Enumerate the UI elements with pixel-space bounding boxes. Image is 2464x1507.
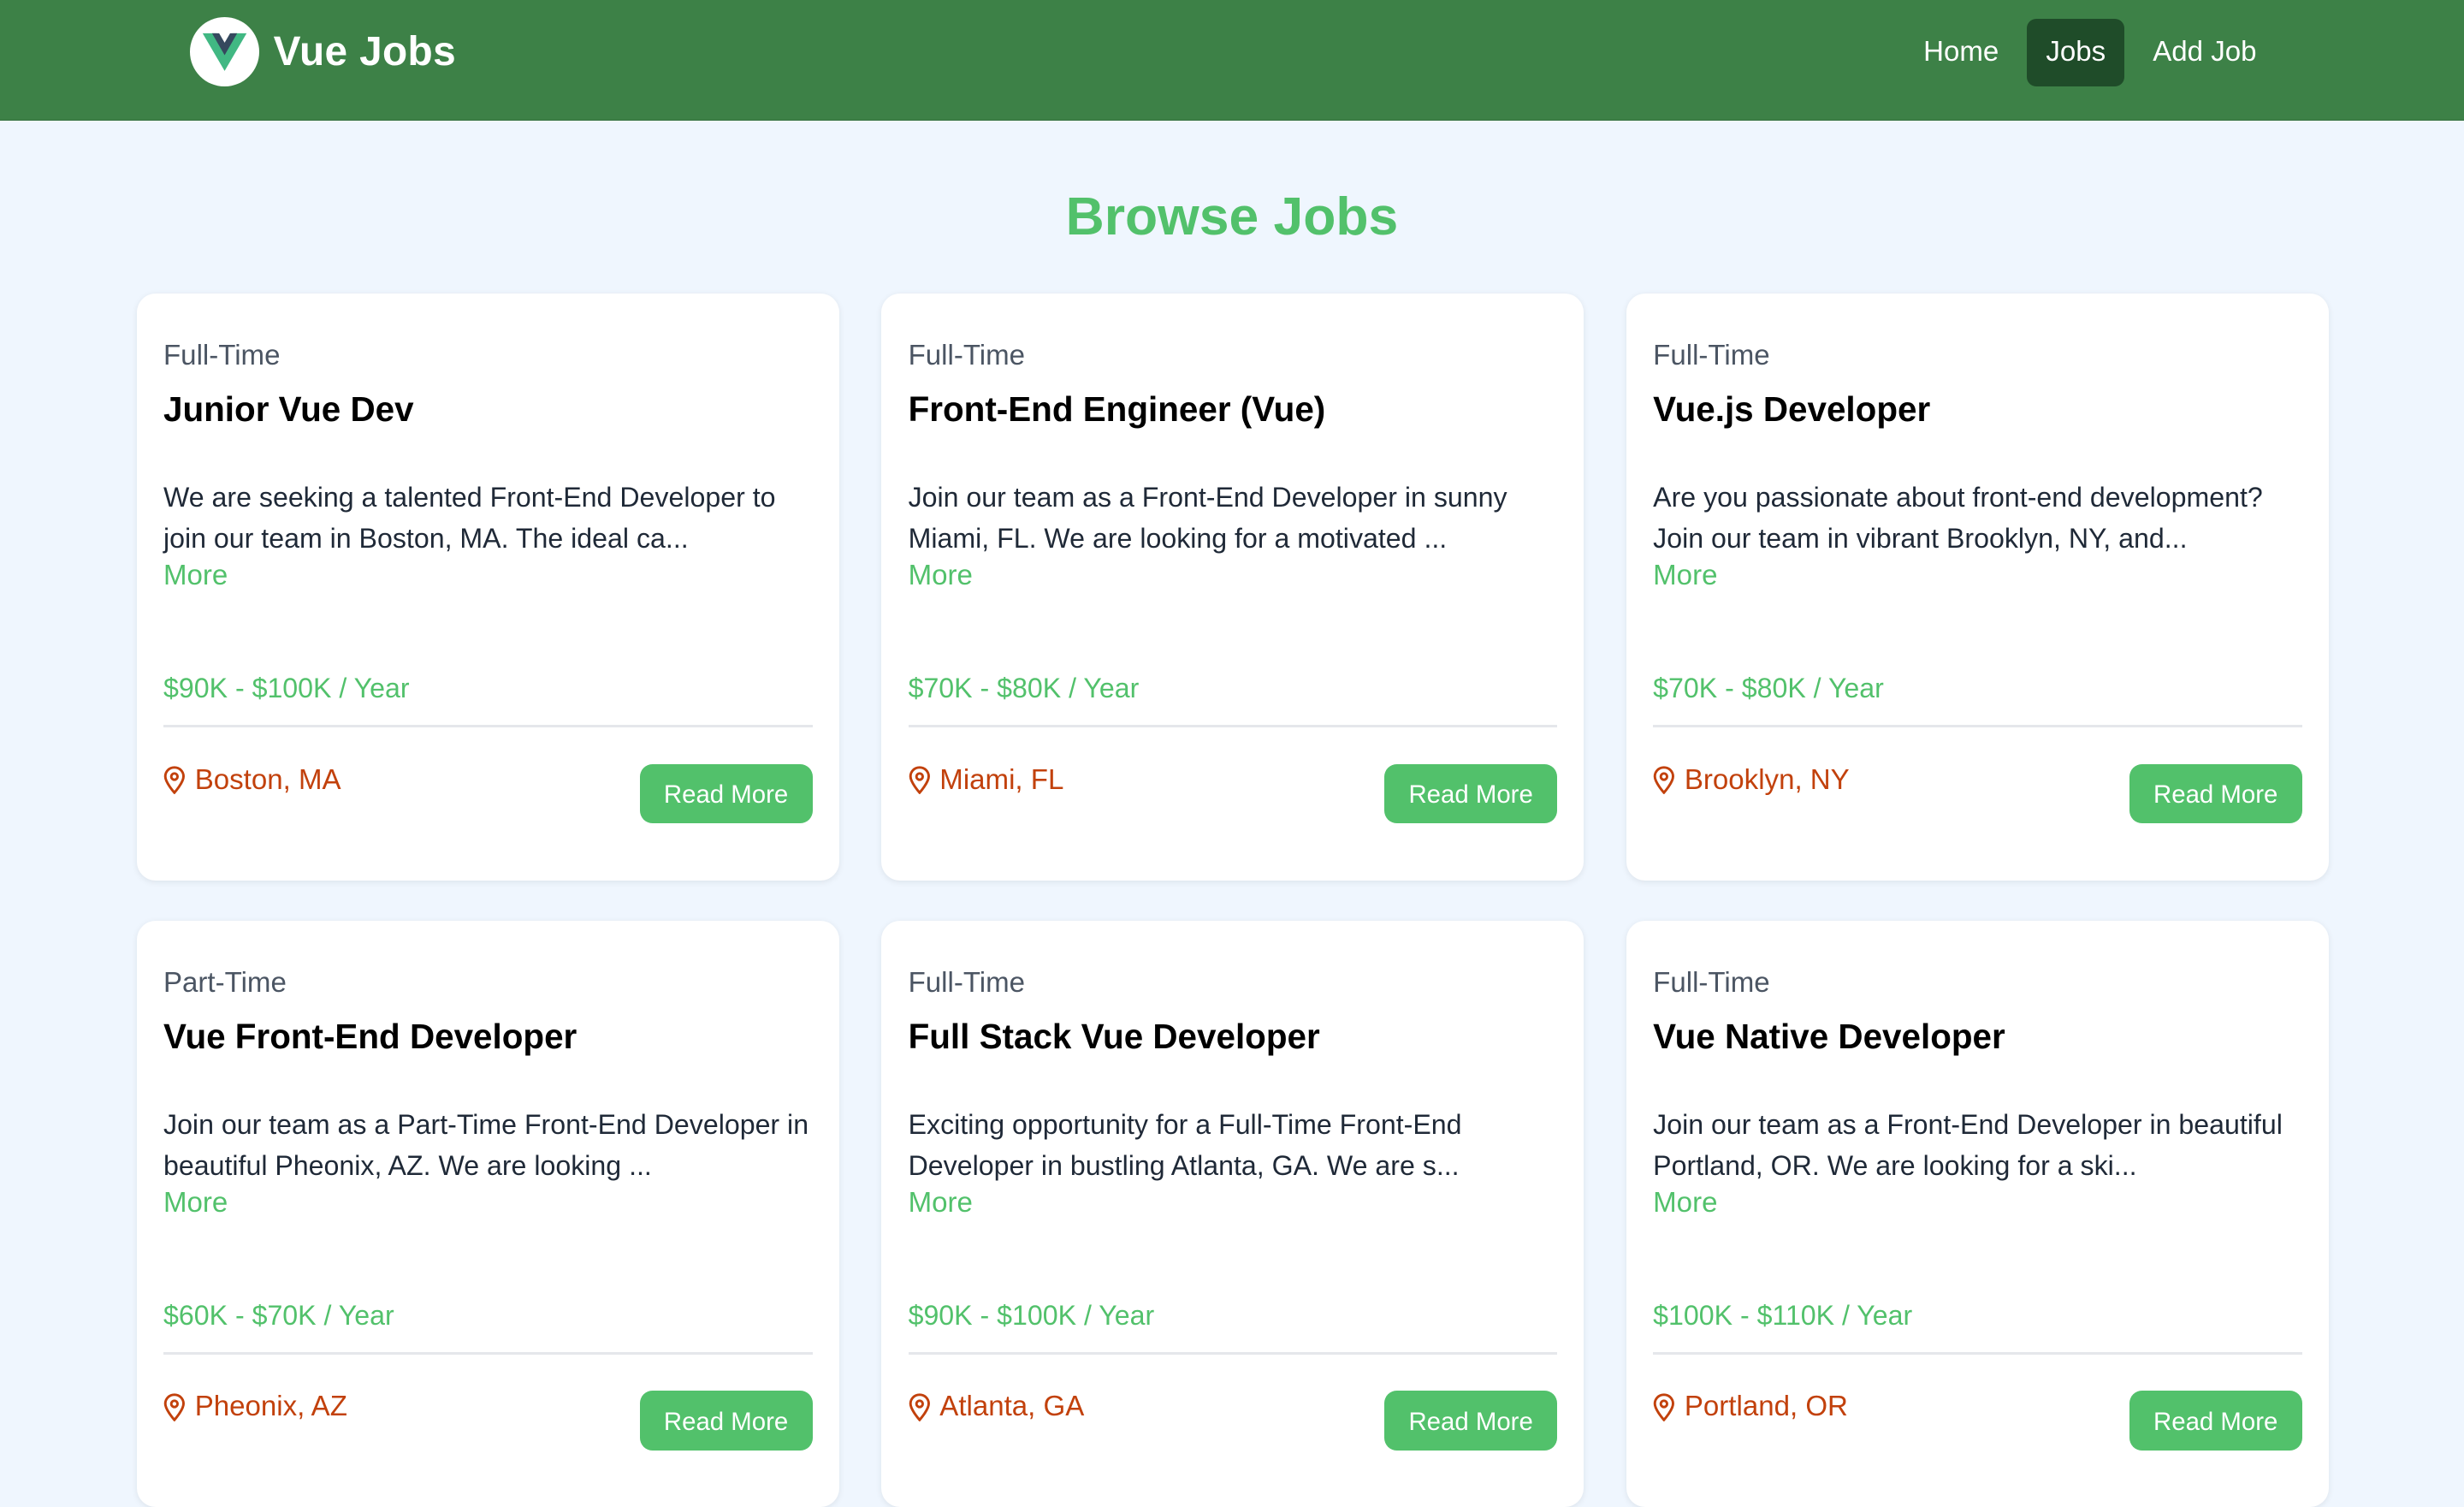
job-card: Full-Time Junior Vue Dev We are seeking …	[136, 294, 839, 881]
job-location: Brooklyn, NY	[1653, 764, 1850, 797]
job-title: Full Stack Vue Developer	[908, 1017, 1320, 1057]
job-location: Pheonix, AZ	[163, 1391, 347, 1423]
brand-link[interactable]: Vue Jobs	[190, 17, 457, 87]
read-more-button[interactable]: Read More	[1384, 1391, 1558, 1451]
card-divider	[908, 724, 1558, 727]
job-type: Part-Time	[163, 966, 287, 999]
read-more-button[interactable]: Read More	[1384, 763, 1558, 824]
job-card: Full-Time Vue Native Developer Join our …	[1626, 921, 2329, 1507]
nav-home[interactable]: Home	[1904, 19, 2017, 86]
job-type: Full-Time	[163, 339, 281, 371]
job-description: Join our team as a Part-Time Front-End D…	[163, 1109, 809, 1181]
job-description: Exciting opportunity for a Full-Time Fro…	[908, 1109, 1462, 1181]
card-divider	[163, 724, 813, 727]
read-more-button[interactable]: Read More	[639, 1391, 813, 1451]
read-more-button[interactable]: Read More	[2129, 1391, 2302, 1451]
map-pin-icon	[909, 1393, 931, 1422]
job-description: We are seeking a talented Front-End Deve…	[163, 482, 776, 555]
nav-jobs[interactable]: Jobs	[2027, 19, 2125, 86]
job-card: Full-Time Vue.js Developer Are you passi…	[1626, 294, 2329, 881]
map-pin-icon	[1653, 766, 1675, 795]
job-listings-grid: Full-Time Junior Vue Dev We are seeking …	[136, 294, 2329, 1507]
job-title: Vue Front-End Developer	[163, 1017, 578, 1057]
job-description: Join our team as a Front-End Developer i…	[1653, 1109, 2283, 1181]
vue-logo-icon	[190, 17, 260, 87]
card-divider	[163, 1351, 813, 1355]
job-type: Full-Time	[908, 966, 1026, 999]
job-card: Full-Time Full Stack Vue Developer Excit…	[881, 921, 1584, 1507]
job-location-text: Portland, OR	[1684, 1391, 1848, 1423]
job-salary: $70K - $80K / Year	[908, 673, 1140, 704]
navbar: Vue Jobs Home Jobs Add Job	[0, 0, 2464, 122]
job-salary: $70K - $80K / Year	[1653, 673, 1884, 704]
job-location-text: Boston, MA	[194, 763, 341, 796]
map-pin-icon	[1653, 1393, 1675, 1422]
more-toggle[interactable]: More	[909, 1187, 973, 1219]
job-location-text: Pheonix, AZ	[194, 1391, 347, 1423]
job-location: Atlanta, GA	[909, 1391, 1085, 1423]
read-more-button[interactable]: Read More	[2129, 763, 2302, 824]
job-title: Front-End Engineer (Vue)	[908, 389, 1326, 430]
job-title: Junior Vue Dev	[163, 389, 414, 430]
job-salary: $100K - $110K / Year	[1653, 1299, 1913, 1331]
job-description: Are you passionate about front-end devel…	[1653, 482, 2263, 555]
job-type: Full-Time	[1653, 339, 1770, 371]
card-divider	[1653, 724, 2302, 727]
job-title: Vue.js Developer	[1653, 389, 1931, 430]
job-type: Full-Time	[908, 339, 1026, 371]
map-pin-icon	[163, 766, 186, 795]
more-toggle[interactable]: More	[163, 560, 228, 592]
job-location: Portland, OR	[1653, 1391, 1848, 1423]
job-salary: $90K - $100K / Year	[908, 1299, 1155, 1331]
job-card: Full-Time Front-End Engineer (Vue) Join …	[881, 294, 1584, 881]
job-location: Miami, FL	[909, 763, 1064, 797]
more-toggle[interactable]: More	[1653, 1187, 1717, 1219]
job-location-text: Brooklyn, NY	[1684, 763, 1850, 796]
job-location-text: Miami, FL	[939, 763, 1064, 796]
job-salary: $90K - $100K / Year	[163, 673, 410, 704]
job-title: Vue Native Developer	[1653, 1017, 2005, 1057]
read-more-button[interactable]: Read More	[639, 763, 813, 824]
main-nav: Home Jobs Add Job	[1904, 19, 2275, 86]
job-description: Join our team as a Front-End Developer i…	[908, 482, 1507, 555]
job-salary: $60K - $70K / Year	[163, 1299, 394, 1331]
brand-name: Vue Jobs	[273, 29, 457, 75]
map-pin-icon	[163, 1393, 186, 1422]
page-title: Browse Jobs	[1065, 186, 1399, 246]
card-divider	[1653, 1351, 2302, 1355]
more-toggle[interactable]: More	[163, 1187, 228, 1219]
job-location-text: Atlanta, GA	[939, 1391, 1085, 1423]
card-divider	[908, 1351, 1558, 1355]
more-toggle[interactable]: More	[909, 560, 973, 592]
map-pin-icon	[909, 766, 931, 795]
job-type: Full-Time	[1653, 966, 1770, 999]
job-card: Part-Time Vue Front-End Developer Join o…	[136, 921, 839, 1507]
more-toggle[interactable]: More	[1653, 560, 1717, 592]
job-location: Boston, MA	[163, 764, 341, 797]
nav-add-job[interactable]: Add Job	[2134, 19, 2275, 86]
